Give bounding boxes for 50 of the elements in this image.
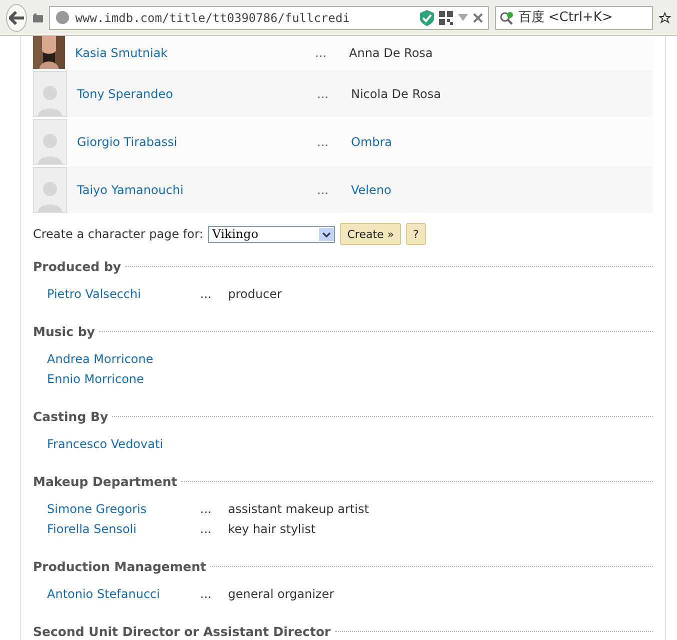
character-page-label: Create a character page for: bbox=[33, 227, 204, 241]
back-button[interactable] bbox=[6, 4, 28, 32]
job-title: general organizer bbox=[228, 587, 334, 601]
job-title: producer bbox=[228, 287, 282, 301]
caret-icon bbox=[319, 228, 334, 240]
separator-dots: ... bbox=[200, 587, 212, 601]
separator-dots: ... bbox=[200, 502, 212, 516]
character-select[interactable]: Vikingo bbox=[208, 226, 336, 242]
qr-code-icon[interactable] bbox=[439, 10, 454, 24]
close-icon[interactable] bbox=[473, 12, 484, 22]
actor-link[interactable]: Taiyo Yamanouchi bbox=[77, 182, 317, 196]
search-icon bbox=[500, 10, 514, 24]
separator-dots: ... bbox=[317, 182, 330, 196]
person-link[interactable]: Andrea Morricone bbox=[47, 352, 200, 366]
section-heading: Casting By bbox=[33, 408, 108, 424]
address-bar[interactable]: www.imdb.com/title/tt0390786/fullcredi bbox=[49, 6, 490, 30]
section-heading: Makeup Department bbox=[33, 474, 178, 488]
section-heading: Produced by bbox=[33, 258, 122, 274]
search-field[interactable]: 百度 <Ctrl+K> bbox=[495, 6, 654, 30]
section-heading: Music by bbox=[33, 324, 95, 338]
help-button[interactable]: ? bbox=[406, 223, 426, 245]
separator-dots: ... bbox=[317, 134, 330, 148]
job-title: assistant makeup artist bbox=[228, 502, 369, 516]
person-link[interactable]: Antonio Stefanucci bbox=[47, 587, 200, 601]
separator-dots: ... bbox=[315, 46, 328, 60]
job-title: key hair stylist bbox=[228, 522, 316, 536]
character-link[interactable]: Ombra bbox=[351, 134, 392, 148]
url-text: www.imdb.com/title/tt0390786/fullcredi bbox=[75, 10, 351, 24]
dropdown-icon[interactable] bbox=[458, 14, 468, 21]
person-link[interactable]: Simone Gregoris bbox=[47, 502, 200, 516]
person-link[interactable]: Ennio Morricone bbox=[47, 372, 200, 386]
separator-dots: ... bbox=[200, 522, 212, 536]
character-name: Nicola De Rosa bbox=[351, 86, 441, 100]
person-link[interactable]: Francesco Vedovati bbox=[47, 437, 200, 451]
person-link[interactable]: Fiorella Sensoli bbox=[47, 522, 200, 536]
character-link[interactable]: Veleno bbox=[351, 182, 392, 196]
separator-dots: ... bbox=[200, 287, 212, 301]
section-heading: Second Unit Director or Assistant Director bbox=[33, 624, 331, 638]
separator-dots: ... bbox=[317, 86, 330, 100]
star-icon[interactable] bbox=[659, 10, 671, 26]
character-name: Anna De Rosa bbox=[349, 46, 433, 60]
actor-link[interactable]: Giorgio Tirabassi bbox=[77, 134, 317, 148]
actor-link[interactable]: Tony Sperandeo bbox=[77, 86, 317, 100]
person-link[interactable]: Pietro Valsecchi bbox=[47, 287, 200, 301]
actor-link[interactable]: Kasia Smutniak bbox=[75, 46, 315, 60]
arrow-icon bbox=[8, 10, 25, 24]
tabs-icon[interactable] bbox=[33, 12, 44, 24]
create-button[interactable]: Create » bbox=[340, 223, 402, 245]
section-heading: Production Management bbox=[33, 558, 206, 574]
shield-icon[interactable] bbox=[420, 10, 434, 26]
